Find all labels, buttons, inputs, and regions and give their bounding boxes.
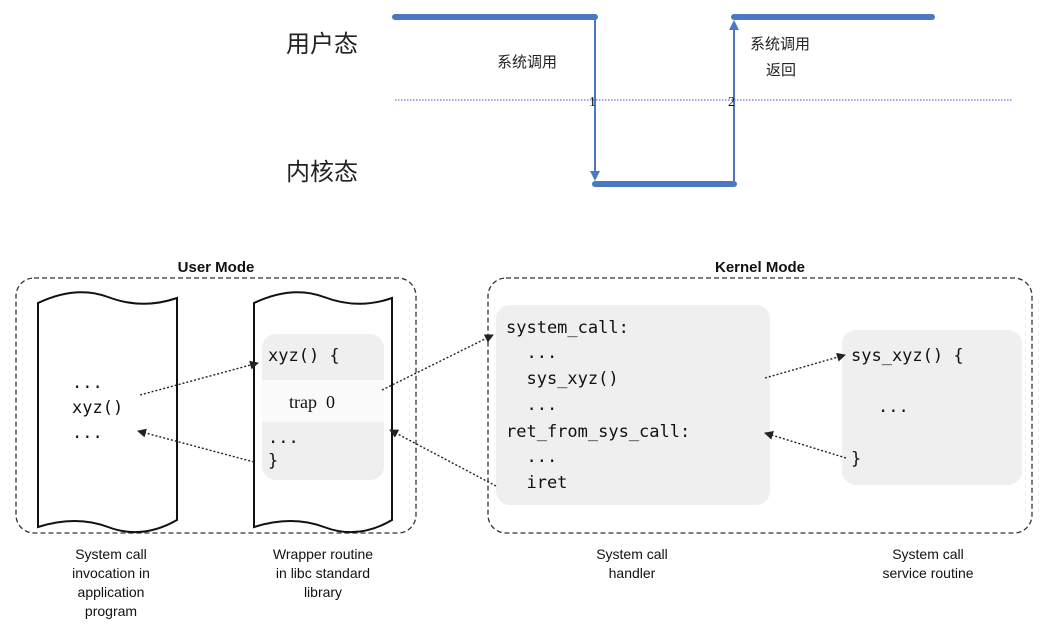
handler-code-line-2: ...	[506, 343, 557, 363]
syscall-flow-diagram: User Mode Kernel Mode ... xyz() ... xyz(…	[15, 259, 1033, 619]
caption-app-line-3: application	[78, 584, 145, 600]
caption-app-line-2: invocation in	[72, 565, 150, 581]
user-mode-title: User Mode	[178, 259, 255, 276]
kernel-state-label: 内核态	[286, 158, 358, 186]
diagram-canvas: 用户态 内核态 系统调用 系统调用 返回 1 2 User Mode Kerne…	[0, 0, 1059, 642]
service-code-head: sys_xyz() {	[851, 346, 964, 366]
handler-code-line-1: system_call:	[506, 318, 629, 338]
handler-code-line-7: iret	[506, 473, 567, 493]
user-state-label: 用户态	[286, 30, 358, 58]
caption-handler-line-2: handler	[609, 565, 656, 581]
caption-wrapper-line-1: Wrapper routine	[273, 546, 373, 562]
wrapper-code-dots: ...	[268, 428, 299, 448]
caption-handler: System call handler	[596, 546, 668, 581]
caption-service-line-2: service routine	[882, 565, 973, 581]
kernel-mode-title: Kernel Mode	[715, 259, 805, 276]
caption-wrapper: Wrapper routine in libc standard library	[273, 546, 373, 600]
mode-transition-diagram: 用户态 内核态 系统调用 系统调用 返回 1 2	[286, 14, 1012, 187]
app-code-line-2: xyz()	[72, 398, 123, 418]
diagram-svg: 用户态 内核态 系统调用 系统调用 返回 1 2 User Mode Kerne…	[15, 14, 1033, 619]
handler-code-line-3: sys_xyz()	[506, 369, 619, 389]
wrapper-code-close: }	[268, 451, 278, 471]
wrapper-code-head: xyz() {	[268, 346, 340, 366]
handler-code-line-5: ret_from_sys_call:	[506, 422, 690, 442]
syscall-return-label-1: 系统调用	[750, 35, 810, 53]
arrow-service-to-handler	[764, 431, 847, 459]
caption-app: System call invocation in application pr…	[72, 546, 150, 619]
syscall-label: 系统调用	[497, 53, 557, 71]
marker-1: 1	[589, 95, 596, 110]
caption-handler-line-1: System call	[596, 546, 668, 562]
caption-app-line-1: System call	[75, 546, 147, 562]
caption-wrapper-line-2: in libc standard	[276, 565, 370, 581]
app-code-line-1: ...	[72, 373, 103, 393]
caption-wrapper-line-3: library	[304, 584, 342, 600]
arrow-wrapper-to-handler	[381, 334, 494, 391]
marker-2: 2	[728, 95, 735, 110]
arrow-handler-to-service	[764, 352, 846, 379]
service-code-close: }	[851, 449, 861, 469]
arrow-handler-to-wrapper	[389, 429, 497, 487]
caption-service: System call service routine	[882, 546, 973, 581]
handler-code-line-4: ...	[506, 395, 557, 415]
handler-code-line-6: ...	[506, 447, 557, 467]
wrapper-code-trap: trap 0	[289, 392, 335, 412]
syscall-return-label-2: 返回	[766, 61, 796, 79]
caption-app-line-4: program	[85, 603, 137, 619]
caption-service-line-1: System call	[892, 546, 964, 562]
service-code-dots: ...	[878, 397, 909, 417]
app-code-line-3: ...	[72, 423, 103, 443]
